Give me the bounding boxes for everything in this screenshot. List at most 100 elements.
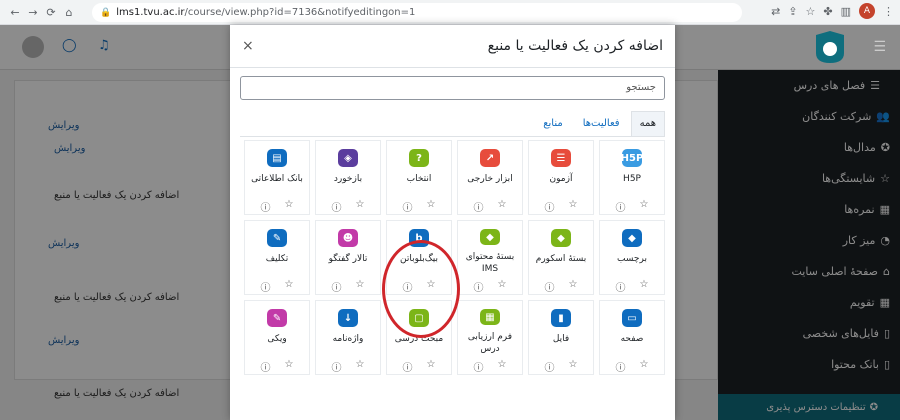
- hamburger-icon[interactable]: ☰: [873, 39, 886, 55]
- tile-actions: ⓘ ☆: [332, 359, 365, 374]
- activity-name: H5P: [623, 174, 641, 185]
- info-icon[interactable]: ⓘ: [474, 359, 484, 374]
- sidepanel-icon[interactable]: ▥: [841, 5, 851, 18]
- translate-icon[interactable]: ⇄: [771, 5, 780, 18]
- address-bar[interactable]: 🔒 lms1.tvu.ac.ir /course/view.php?id=713…: [92, 3, 742, 22]
- activity-name: بستهٔ اسکورم: [535, 254, 587, 265]
- activity-name: بازخورد: [333, 174, 363, 185]
- info-icon[interactable]: ⓘ: [474, 199, 484, 214]
- activity-name: تکلیف: [265, 254, 289, 265]
- tile-actions: ⓘ ☆: [261, 359, 294, 374]
- site-logo[interactable]: [810, 27, 850, 67]
- star-icon[interactable]: ☆: [498, 359, 507, 374]
- info-icon[interactable]: ⓘ: [545, 199, 555, 214]
- info-icon[interactable]: ⓘ: [261, 279, 271, 294]
- activity-name: ابزار خارجی: [467, 174, 513, 185]
- activity-name: فرم ارزیابی درس: [467, 332, 513, 354]
- info-icon[interactable]: ⓘ: [332, 359, 342, 374]
- tab-resources[interactable]: منابع: [534, 111, 572, 136]
- info-icon[interactable]: ⓘ: [261, 199, 271, 214]
- activity-tile[interactable]: ◈ بازخورد ⓘ ☆: [315, 140, 381, 215]
- share-icon[interactable]: ⇪: [788, 5, 797, 18]
- activity-tile[interactable]: ↓ واژه‌نامه ⓘ ☆: [315, 300, 381, 375]
- activity-tile[interactable]: ☻ تالار گفتگو ⓘ ☆: [315, 220, 381, 295]
- activity-name: انتخاب: [406, 174, 432, 185]
- modal-header: اضافه کردن یک فعالیت یا منبع ×: [230, 25, 675, 68]
- profile-avatar[interactable]: A: [859, 3, 875, 19]
- tab-activities[interactable]: فعالیت‌ها: [574, 111, 629, 136]
- close-icon[interactable]: ×: [242, 38, 254, 54]
- activity-tile[interactable]: ↗ ابزار خارجی ⓘ ☆: [457, 140, 523, 215]
- info-icon[interactable]: ⓘ: [616, 359, 626, 374]
- forward-icon[interactable]: →: [24, 6, 42, 19]
- tile-actions: ⓘ ☆: [616, 199, 649, 214]
- activity-tile[interactable]: ? انتخاب ⓘ ☆: [386, 140, 452, 215]
- moodle-page: ◯ ♫ ☰ ویرایش ویرایش اضافه کردن یک فعالیت…: [0, 25, 900, 420]
- activity-tile[interactable]: ✎ ویکی ⓘ ☆: [244, 300, 310, 375]
- tile-actions: ⓘ ☆: [616, 279, 649, 294]
- activity-tile[interactable]: ◆ برچسب ⓘ ☆: [599, 220, 665, 295]
- star-icon[interactable]: ☆: [498, 279, 507, 294]
- activity-tile[interactable]: ▮ فایل ⓘ ☆: [528, 300, 594, 375]
- star-icon[interactable]: ☆: [356, 279, 365, 294]
- star-icon[interactable]: ☆: [569, 199, 578, 214]
- lock-icon: 🔒: [100, 7, 112, 18]
- activity-icon: ◆: [480, 229, 500, 245]
- tile-actions: ⓘ ☆: [261, 199, 294, 214]
- back-icon[interactable]: ←: [6, 6, 24, 19]
- star-icon[interactable]: ☆: [640, 199, 649, 214]
- activity-name: تالار گفتگو: [328, 254, 368, 265]
- activity-icon: ◈: [338, 149, 358, 168]
- activity-tile[interactable]: ✎ تکلیف ⓘ ☆: [244, 220, 310, 295]
- activity-tile[interactable]: ▭ صفحه ⓘ ☆: [599, 300, 665, 375]
- star-icon[interactable]: ☆: [285, 279, 294, 294]
- info-icon[interactable]: ⓘ: [474, 279, 484, 294]
- activity-name: ویکی: [267, 334, 287, 345]
- activity-tile[interactable]: ◆ بستهٔ اسکورم ⓘ ☆: [528, 220, 594, 295]
- home-icon[interactable]: ⌂: [60, 6, 78, 19]
- search-input[interactable]: جستجو: [240, 76, 665, 100]
- tab-all[interactable]: همه: [630, 111, 665, 136]
- activity-icon: ✎: [267, 229, 287, 248]
- info-icon[interactable]: ⓘ: [403, 199, 413, 214]
- url-path: /course/view.php?id=7136&notifyeditingon…: [184, 7, 416, 18]
- star-icon[interactable]: ☆: [356, 199, 365, 214]
- info-icon[interactable]: ⓘ: [545, 359, 555, 374]
- activity-icon: ☰: [551, 149, 571, 168]
- activity-icon: ▤: [267, 149, 287, 168]
- star-icon[interactable]: ☆: [498, 199, 507, 214]
- star-icon[interactable]: ☆: [569, 359, 578, 374]
- activity-icon: ▭: [622, 309, 642, 328]
- menu-dots-icon[interactable]: ⋮: [883, 5, 894, 18]
- tile-actions: ⓘ ☆: [332, 279, 365, 294]
- star-icon[interactable]: ☆: [640, 279, 649, 294]
- modal-title: اضافه کردن یک فعالیت یا منبع: [487, 38, 663, 54]
- info-icon[interactable]: ⓘ: [332, 199, 342, 214]
- browser-actions: ⇄ ⇪ ☆ ✤ ▥ A ⋮: [771, 3, 894, 19]
- star-icon[interactable]: ☆: [569, 279, 578, 294]
- activity-name: بانک اطلاعاتی: [251, 174, 303, 185]
- extensions-icon[interactable]: ✤: [823, 5, 832, 18]
- info-icon[interactable]: ⓘ: [261, 359, 271, 374]
- activity-chooser-modal: اضافه کردن یک فعالیت یا منبع × جستجو همه…: [230, 25, 675, 420]
- info-icon[interactable]: ⓘ: [616, 279, 626, 294]
- star-icon[interactable]: ☆: [285, 359, 294, 374]
- activity-tile[interactable]: H5P H5P ⓘ ☆: [599, 140, 665, 215]
- activity-tile[interactable]: ☰ آزمون ⓘ ☆: [528, 140, 594, 215]
- activity-name: برچسب: [617, 254, 647, 265]
- star-icon[interactable]: ☆: [427, 199, 436, 214]
- star-icon[interactable]: ☆: [640, 359, 649, 374]
- info-icon[interactable]: ⓘ: [545, 279, 555, 294]
- star-icon[interactable]: ☆: [285, 199, 294, 214]
- reload-icon[interactable]: ⟳: [42, 6, 60, 19]
- bookmark-star-icon[interactable]: ☆: [806, 5, 816, 18]
- activity-tile[interactable]: ▤ بانک اطلاعاتی ⓘ ☆: [244, 140, 310, 215]
- activity-tile[interactable]: ▦ فرم ارزیابی درس ⓘ ☆: [457, 300, 523, 375]
- tile-actions: ⓘ ☆: [545, 359, 578, 374]
- info-icon[interactable]: ⓘ: [616, 199, 626, 214]
- activity-tile[interactable]: ◆ بستهٔ محتوای IMS ⓘ ☆: [457, 220, 523, 295]
- info-icon[interactable]: ⓘ: [332, 279, 342, 294]
- star-icon[interactable]: ☆: [427, 359, 436, 374]
- star-icon[interactable]: ☆: [356, 359, 365, 374]
- info-icon[interactable]: ⓘ: [403, 359, 413, 374]
